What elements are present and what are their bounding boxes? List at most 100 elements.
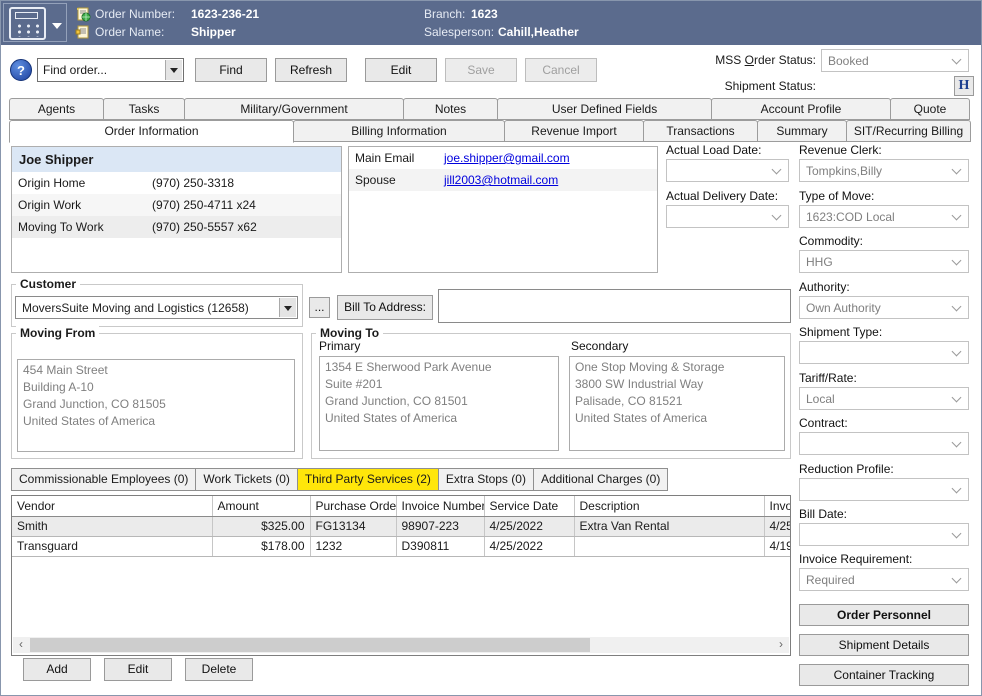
shipment-type-dropdown[interactable] — [799, 341, 969, 364]
customer-combobox[interactable]: MoversSuite Moving and Logistics (12658) — [15, 296, 298, 319]
authority-label: Authority: — [799, 280, 850, 294]
tab-agents[interactable]: Agents — [9, 98, 104, 120]
moving-from-label: Moving From — [16, 326, 99, 340]
tab-summary[interactable]: Summary — [757, 120, 847, 142]
main-email-link[interactable]: joe.shipper@gmail.com — [444, 147, 570, 169]
reduction-profile-dropdown[interactable] — [799, 478, 969, 501]
tab-work-tickets[interactable]: Work Tickets (0) — [195, 468, 297, 491]
scrollbar-thumb[interactable] — [30, 638, 590, 652]
application-window: Order Number: 1623-236-21 Order Name: Sh… — [0, 0, 982, 696]
email-panel: Main Email joe.shipper@gmail.com Spouse … — [348, 146, 658, 273]
revenue-clerk-dropdown[interactable]: Tompkins,Billy — [799, 159, 969, 182]
contract-dropdown[interactable] — [799, 432, 969, 455]
col-service-date[interactable]: Service Date — [484, 496, 574, 516]
col-description[interactable]: Description — [574, 496, 764, 516]
primary-label: Primary — [319, 339, 360, 353]
chevron-down-icon — [952, 574, 962, 584]
col-invoice[interactable]: Invo — [764, 496, 791, 516]
table-row[interactable]: Transguard $178.00 1232 D390811 4/25/202… — [12, 536, 791, 556]
customer-dropdown-arrow-icon[interactable] — [279, 298, 296, 317]
authority-dropdown[interactable]: Own Authority — [799, 296, 969, 319]
mss-order-status-label: MSS Order Status: — [666, 53, 816, 67]
branch-value: 1623 — [471, 7, 498, 21]
add-button[interactable]: Add — [23, 658, 91, 681]
tab-order-information[interactable]: Order Information — [9, 120, 294, 143]
actual-delivery-date-dropdown[interactable] — [666, 205, 789, 228]
spouse-email-link[interactable]: jill2003@hotmail.com — [444, 169, 558, 191]
col-purchase-order[interactable]: Purchase Order — [310, 496, 396, 516]
phone-row[interactable]: Origin Home (970) 250-3318 — [12, 172, 341, 194]
tab-tasks[interactable]: Tasks — [103, 98, 185, 120]
chevron-down-icon — [772, 165, 782, 175]
tab-account-profile[interactable]: Account Profile — [711, 98, 891, 120]
tab-extra-stops[interactable]: Extra Stops (0) — [438, 468, 534, 491]
tab-notes[interactable]: Notes — [403, 98, 498, 120]
horizontal-scrollbar[interactable]: ‹ › — [13, 637, 789, 653]
tab-third-party-services[interactable]: Third Party Services (2) — [297, 468, 439, 491]
type-of-move-dropdown[interactable]: 1623:COD Local — [799, 205, 969, 228]
shipment-status-history-button[interactable]: H — [954, 76, 974, 96]
moving-from-address[interactable]: 454 Main Street Building A-10 Grand Junc… — [17, 359, 295, 452]
tab-user-defined-fields[interactable]: User Defined Fields — [497, 98, 712, 120]
tab-sit-recurring-billing[interactable]: SIT/Recurring Billing — [846, 120, 971, 142]
tab-military-government[interactable]: Military/Government — [184, 98, 404, 120]
bill-date-dropdown[interactable] — [799, 523, 969, 546]
calculator-icon — [9, 7, 46, 40]
scroll-right-icon[interactable]: › — [773, 637, 789, 653]
bill-to-address-box[interactable] — [438, 289, 791, 323]
moving-to-secondary-address[interactable]: One Stop Moving & Storage 3800 SW Indust… — [569, 356, 785, 451]
find-order-value: Find order... — [43, 63, 107, 77]
edit-button[interactable]: Edit — [365, 58, 437, 82]
tab-commissionable-employees[interactable]: Commissionable Employees (0) — [11, 468, 196, 491]
tab-revenue-import[interactable]: Revenue Import — [504, 120, 644, 142]
chevron-down-icon — [952, 165, 962, 175]
order-number-value: 1623-236-21 — [191, 7, 259, 21]
order-personnel-button[interactable]: Order Personnel — [799, 604, 969, 626]
email-row[interactable]: Spouse jill2003@hotmail.com — [349, 169, 657, 191]
app-menu-dropdown-icon — [52, 23, 62, 29]
tab-quote[interactable]: Quote — [890, 98, 970, 120]
contact-panel: Joe Shipper Origin Home (970) 250-3318 O… — [11, 146, 342, 273]
third-party-services-grid: Vendor Amount Purchase Order Invoice Num… — [11, 495, 791, 656]
phone-row[interactable]: Origin Work (970) 250-4711 x24 — [12, 194, 341, 216]
help-icon[interactable]: ? — [10, 59, 32, 81]
app-menu-button[interactable] — [3, 3, 67, 42]
customer-value: MoversSuite Moving and Logistics (12658) — [22, 301, 275, 315]
tab-additional-charges[interactable]: Additional Charges (0) — [533, 468, 668, 491]
moving-to-label: Moving To — [316, 326, 383, 340]
find-button[interactable]: Find — [195, 58, 267, 82]
bill-to-address-button[interactable]: Bill To Address: — [337, 295, 433, 320]
customer-more-button[interactable]: ... — [309, 297, 330, 318]
email-row[interactable]: Main Email joe.shipper@gmail.com — [349, 147, 657, 169]
detail-tab-row: Commissionable Employees (0) Work Ticket… — [11, 468, 667, 491]
invoice-requirement-dropdown[interactable]: Required — [799, 568, 969, 591]
col-invoice-number[interactable]: Invoice Number — [396, 496, 484, 516]
refresh-button[interactable]: Refresh — [275, 58, 347, 82]
tab-billing-information[interactable]: Billing Information — [293, 120, 505, 142]
delete-button[interactable]: Delete — [185, 658, 253, 681]
find-order-combobox[interactable]: Find order... — [37, 58, 184, 82]
order-name-label: Order Name: — [95, 25, 164, 39]
shipment-details-button[interactable]: Shipment Details — [799, 634, 969, 656]
chevron-down-icon — [952, 256, 962, 266]
find-order-dropdown-arrow-icon[interactable] — [165, 60, 182, 80]
commodity-dropdown[interactable]: HHG — [799, 250, 969, 273]
cancel-button[interactable]: Cancel — [525, 58, 597, 82]
titlebar: Order Number: 1623-236-21 Order Name: Sh… — [1, 1, 981, 45]
phone-row[interactable]: Moving To Work (970) 250-5557 x62 — [12, 216, 341, 238]
col-amount[interactable]: Amount — [212, 496, 310, 516]
table-row[interactable]: Smith $325.00 FG13134 98907-223 4/25/202… — [12, 516, 791, 536]
actual-load-date-dropdown[interactable] — [666, 159, 789, 182]
contact-name: Joe Shipper — [12, 147, 341, 172]
container-tracking-button[interactable]: Container Tracking — [799, 664, 969, 686]
mss-order-status-dropdown[interactable]: Booked — [821, 49, 969, 72]
save-button[interactable]: Save — [445, 58, 517, 82]
moving-to-primary-address[interactable]: 1354 E Sherwood Park Avenue Suite #201 G… — [319, 356, 559, 451]
edit-row-button[interactable]: Edit — [104, 658, 172, 681]
tab-transactions[interactable]: Transactions — [643, 120, 758, 142]
chevron-down-icon — [952, 484, 962, 494]
tariff-rate-dropdown[interactable]: Local — [799, 387, 969, 410]
col-vendor[interactable]: Vendor — [12, 496, 212, 516]
scroll-left-icon[interactable]: ‹ — [13, 637, 29, 653]
actual-delivery-date-label: Actual Delivery Date: — [666, 189, 778, 203]
